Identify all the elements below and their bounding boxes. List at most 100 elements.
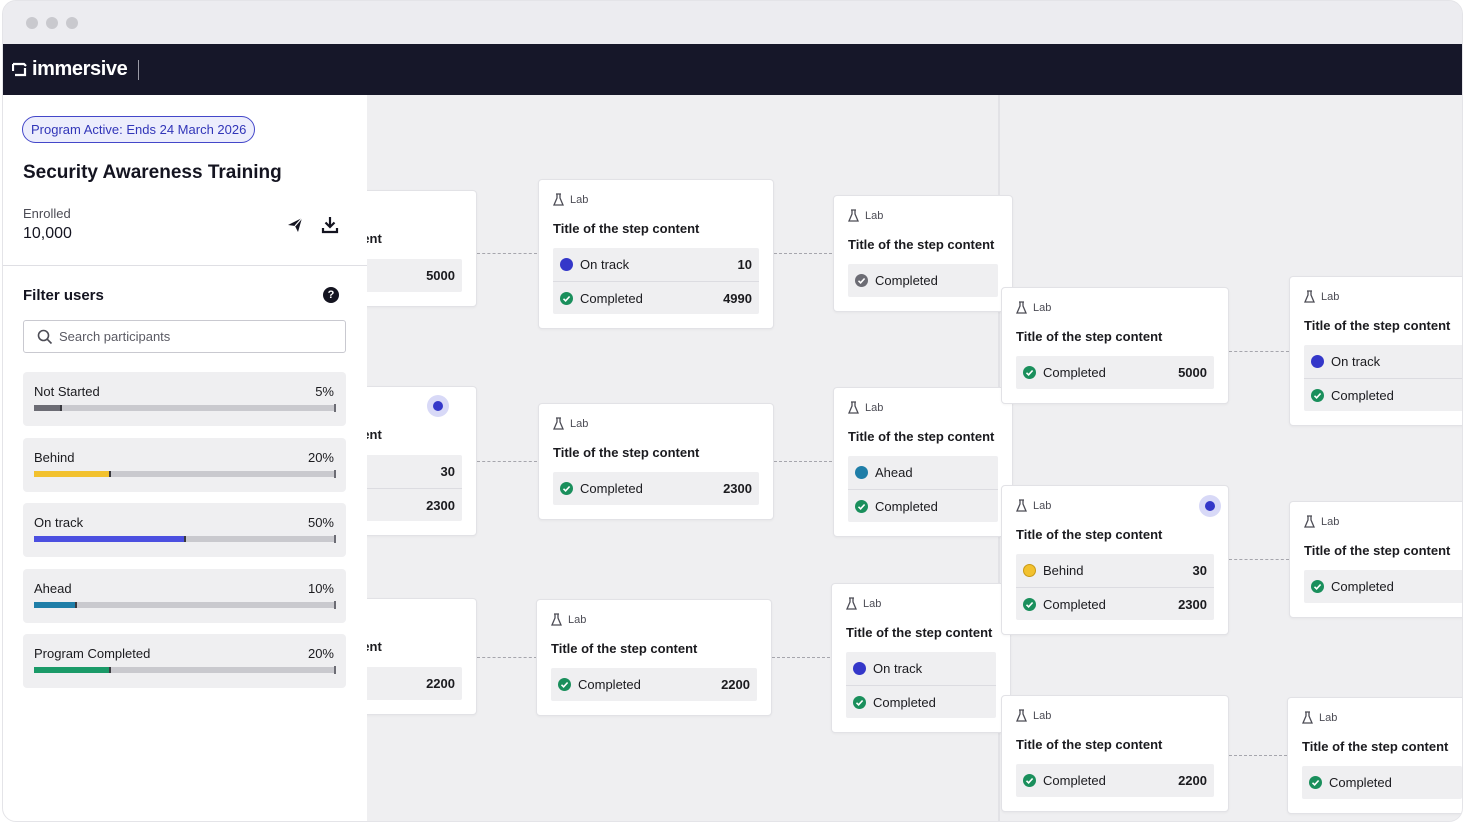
status-progress-track: [34, 666, 336, 674]
connector-line: [774, 461, 832, 462]
status-progress-marker: [109, 471, 111, 477]
send-button[interactable]: [284, 214, 306, 236]
lab-flask-icon: [1304, 515, 1315, 528]
step-type-label: Lab: [1319, 711, 1338, 724]
status-progress-fill: [34, 667, 110, 673]
step-status-row[interactable]: 5000: [367, 259, 462, 292]
step-card[interactable]: Lab Title of the step content Ahead Complet…: [833, 387, 1013, 537]
step-type: Lab: [1304, 290, 1339, 303]
step-status-row[interactable]: Completed: [848, 264, 998, 297]
step-status-row[interactable]: 2300: [367, 488, 462, 521]
lab-flask-icon: [1016, 709, 1027, 722]
step-card[interactable]: Lab Title of the step content Completed 220…: [536, 599, 772, 716]
completed-check-icon: [1023, 366, 1036, 379]
connector-line: [477, 461, 537, 462]
step-status-row[interactable]: Completed 5000: [1016, 356, 1214, 389]
step-status-label: Completed: [578, 677, 641, 692]
step-status-row[interactable]: Completed 2200: [1016, 764, 1214, 797]
status-filter-behind[interactable]: Behind 20%: [23, 438, 346, 492]
step-status-row[interactable]: Behind 30: [1016, 554, 1214, 587]
step-title: Title of the step content: [1304, 318, 1451, 333]
step-card[interactable]: ntent 5000: [367, 190, 477, 307]
status-filter-ahead[interactable]: Ahead 10%: [23, 569, 346, 623]
step-card[interactable]: Lab Title of the step content Behind 30 Comp…: [1001, 485, 1229, 635]
step-status-label: Completed: [1043, 596, 1106, 612]
step-card[interactable]: Lab Title of the step content On track 10 Co…: [538, 179, 774, 329]
connector-line: [774, 253, 832, 254]
step-title: Title of the step content: [1016, 329, 1163, 344]
search-input[interactable]: [59, 321, 339, 352]
status-progress-marker: [109, 667, 111, 673]
step-status-rows: Ahead Completed: [848, 456, 998, 522]
step-status-row[interactable]: 30: [367, 455, 462, 488]
status-filter-not-started[interactable]: Not Started 5%: [23, 372, 346, 426]
lab-flask-icon: [848, 209, 859, 222]
step-card[interactable]: ntent 2200: [367, 598, 477, 715]
step-status-count: 4990: [723, 291, 752, 306]
status-filter-program-completed[interactable]: Program Completed 20%: [23, 634, 346, 688]
step-card[interactable]: Lab Title of the step content Completed: [1289, 501, 1462, 618]
step-type-label: Lab: [1321, 515, 1340, 528]
step-status-row[interactable]: On track: [846, 652, 996, 685]
on-track-dot-icon: [1311, 355, 1324, 368]
search-field[interactable]: [23, 320, 346, 353]
step-status-count: 5000: [426, 268, 455, 283]
step-title: ntent: [367, 231, 382, 246]
step-status-rows: Completed 5000: [1016, 356, 1214, 389]
step-title: Title of the step content: [1304, 543, 1451, 558]
step-card[interactable]: Lab Title of the step content On track Comp…: [831, 583, 1011, 733]
step-card[interactable]: Lab Title of the step content On track Comp…: [1289, 276, 1462, 426]
step-status-count: 5000: [1178, 365, 1207, 380]
step-status-row[interactable]: Ahead: [848, 456, 998, 489]
status-progress-end-tick: [334, 535, 336, 543]
completed-check-icon: [1023, 597, 1036, 611]
status-filter-on-track[interactable]: On track 50%: [23, 503, 346, 557]
step-type: Lab: [553, 417, 588, 430]
step-status-row[interactable]: 2200: [367, 667, 462, 700]
window-maximize-dot[interactable]: [66, 17, 78, 29]
step-card[interactable]: ntent 30 2300: [367, 386, 477, 536]
step-status-label: Completed: [1329, 775, 1392, 790]
step-card[interactable]: Lab Title of the step content Completed 220…: [1001, 695, 1229, 812]
step-status-row[interactable]: Completed 2300: [1016, 587, 1214, 620]
ahead-dot-icon: [855, 466, 868, 479]
step-status-row[interactable]: Completed: [1302, 766, 1462, 799]
step-status-row[interactable]: Completed: [848, 489, 998, 522]
window-minimize-dot[interactable]: [46, 17, 58, 29]
step-status-label: Completed: [1043, 773, 1106, 788]
status-progress-track: [34, 470, 336, 478]
program-status-badge: Program Active: Ends 24 March 2026: [22, 116, 256, 143]
step-status-row[interactable]: Completed 2200: [551, 668, 757, 701]
step-type: Lab: [553, 193, 588, 206]
connector-line: [477, 253, 537, 254]
lab-flask-icon: [553, 417, 564, 430]
step-status-row[interactable]: Completed: [846, 685, 996, 718]
step-card[interactable]: Lab Title of the step content Completed: [1287, 697, 1462, 814]
step-card[interactable]: Lab Title of the step content Completed 230…: [538, 403, 774, 520]
step-type: Lab: [1304, 515, 1339, 528]
status-filter-percent: 20%: [307, 646, 334, 661]
journey-canvas[interactable]: ntent 5000 ntent 30 2300 ntent 2200 Lab Title of…: [367, 95, 1462, 821]
on-track-dot-icon: [853, 662, 866, 675]
connector-line: [772, 657, 830, 658]
window-close-dot[interactable]: [26, 17, 38, 29]
step-status-row[interactable]: Completed 4990: [553, 281, 759, 314]
step-status-label: Completed: [1331, 579, 1394, 594]
step-card[interactable]: Lab Title of the step content Completed: [833, 195, 1013, 312]
brand-logo[interactable]: immersive: [11, 58, 140, 81]
step-title: Title of the step content: [551, 641, 698, 656]
status-filter-label: Ahead: [34, 581, 72, 596]
program-sidebar: Program Active: Ends 24 March 2026 Secur…: [3, 95, 367, 821]
help-icon[interactable]: ?: [323, 287, 339, 303]
step-status-row[interactable]: Completed: [1304, 378, 1462, 411]
selected-indicator-icon: [427, 395, 449, 417]
download-button[interactable]: [319, 214, 341, 236]
step-status-row[interactable]: On track: [1304, 345, 1462, 378]
step-status-row[interactable]: On track 10: [553, 248, 759, 281]
status-progress-marker: [75, 602, 77, 608]
step-status-row[interactable]: Completed: [1304, 570, 1462, 603]
step-card[interactable]: Lab Title of the step content Completed 500…: [1001, 287, 1229, 404]
lab-flask-icon: [1016, 301, 1027, 314]
step-status-label: Completed: [1331, 387, 1394, 403]
step-status-row[interactable]: Completed 2300: [553, 472, 759, 505]
